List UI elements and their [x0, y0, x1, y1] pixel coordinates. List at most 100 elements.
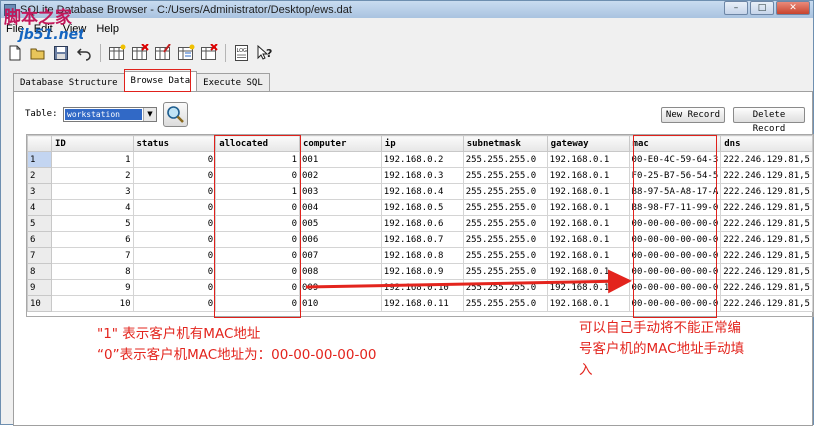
table-select[interactable]: workstation ▼ [63, 107, 157, 122]
column-header[interactable]: dns [720, 135, 813, 152]
maximize-button[interactable]: □ [750, 1, 774, 15]
column-header[interactable]: status [132, 135, 217, 152]
table-cell-dns[interactable]: 222.246.129.81,5 [720, 295, 813, 312]
table-cell-computer[interactable]: 006 [299, 231, 382, 248]
table-cell-computer[interactable]: 003 [299, 183, 382, 200]
table-cell-ip[interactable]: 192.168.0.8 [380, 247, 464, 264]
table-cell-status[interactable]: 0 [132, 199, 217, 216]
row-header[interactable]: 6 [27, 231, 52, 248]
table-cell-dns[interactable]: 222.246.129.81,5 [720, 151, 813, 168]
close-button[interactable]: ✕ [776, 1, 810, 15]
row-header[interactable]: 10 [27, 295, 52, 312]
table-cell-dns[interactable]: 222.246.129.81,5 [720, 183, 813, 200]
table-cell-ID[interactable]: 9 [50, 279, 134, 296]
table-cell-ID[interactable]: 5 [50, 215, 134, 232]
delete-index-icon[interactable] [199, 43, 219, 63]
table-cell-gateway[interactable]: 192.168.0.1 [546, 199, 630, 216]
table-cell-subnetmask[interactable]: 255.255.255.0 [462, 167, 548, 184]
table-cell-gateway[interactable]: 192.168.0.1 [546, 247, 630, 264]
row-header[interactable]: 3 [27, 183, 52, 200]
table-cell-status[interactable]: 0 [132, 183, 217, 200]
table-cell-status[interactable]: 0 [132, 231, 217, 248]
table-cell-computer[interactable]: 010 [299, 295, 382, 312]
table-cell-ip[interactable]: 192.168.0.3 [380, 167, 464, 184]
row-header[interactable]: 5 [27, 215, 52, 232]
table-cell-status[interactable]: 0 [132, 279, 217, 296]
delete-record-button[interactable]: Delete Record [733, 107, 805, 134]
row-header[interactable]: 4 [27, 199, 52, 216]
table-cell-ID[interactable]: 7 [50, 247, 134, 264]
table-cell-ID[interactable]: 4 [50, 199, 134, 216]
table-cell-ID[interactable]: 6 [50, 231, 134, 248]
table-cell-ip[interactable]: 192.168.0.9 [380, 263, 464, 280]
column-header[interactable]: computer [299, 135, 382, 152]
table-cell-ID[interactable]: 1 [50, 151, 134, 168]
column-header[interactable]: gateway [546, 135, 630, 152]
table-cell-computer[interactable]: 009 [299, 279, 382, 296]
table-cell-gateway[interactable]: 192.168.0.1 [546, 151, 630, 168]
table-cell-gateway[interactable]: 192.168.0.1 [546, 183, 630, 200]
table-cell-dns[interactable]: 222.246.129.81,5 [720, 247, 813, 264]
table-cell-ID[interactable]: 10 [50, 295, 134, 312]
table-cell-status[interactable]: 0 [132, 295, 217, 312]
table-cell-ip[interactable]: 192.168.0.6 [380, 215, 464, 232]
table-cell-computer[interactable]: 007 [299, 247, 382, 264]
minimize-button[interactable]: – [724, 1, 748, 15]
whats-this-icon[interactable]: ? [255, 43, 275, 63]
table-cell-subnetmask[interactable]: 255.255.255.0 [462, 247, 548, 264]
table-cell-subnetmask[interactable]: 255.255.255.0 [462, 215, 548, 232]
table-cell-computer[interactable]: 001 [299, 151, 382, 168]
table-cell-dns[interactable]: 222.246.129.81,5 [720, 167, 813, 184]
table-cell-gateway[interactable]: 192.168.0.1 [546, 215, 630, 232]
table-cell-subnetmask[interactable]: 255.255.255.0 [462, 199, 548, 216]
table-cell-dns[interactable]: 222.246.129.81,5 [720, 263, 813, 280]
table-cell-status[interactable]: 0 [132, 151, 217, 168]
column-header[interactable]: ID [50, 135, 134, 152]
table-cell-gateway[interactable]: 192.168.0.1 [546, 263, 630, 280]
table-cell-ip[interactable]: 192.168.0.7 [380, 231, 464, 248]
table-cell-ip[interactable]: 192.168.0.5 [380, 199, 464, 216]
table-cell-subnetmask[interactable]: 255.255.255.0 [462, 183, 548, 200]
table-cell-ip[interactable]: 192.168.0.11 [380, 295, 464, 312]
new-record-button[interactable]: New Record [661, 107, 725, 123]
chevron-down-icon[interactable]: ▼ [143, 108, 156, 121]
row-header[interactable]: 7 [27, 247, 52, 264]
table-cell-ID[interactable]: 8 [50, 263, 134, 280]
table-cell-subnetmask[interactable]: 255.255.255.0 [462, 279, 548, 296]
table-cell-gateway[interactable]: 192.168.0.1 [546, 295, 630, 312]
table-cell-dns[interactable]: 222.246.129.81,5 [720, 279, 813, 296]
table-cell-gateway[interactable]: 192.168.0.1 [546, 167, 630, 184]
table-cell-ip[interactable]: 192.168.0.10 [380, 279, 464, 296]
table-cell-ip[interactable]: 192.168.0.4 [380, 183, 464, 200]
modify-table-icon[interactable] [153, 43, 173, 63]
sql-log-icon[interactable]: LOG [232, 43, 252, 63]
table-cell-status[interactable]: 0 [132, 263, 217, 280]
tab-execute-sql[interactable]: Execute SQL [196, 73, 270, 91]
table-cell-ip[interactable]: 192.168.0.2 [380, 151, 464, 168]
tab-database-structure[interactable]: Database Structure [13, 73, 125, 91]
table-cell-subnetmask[interactable]: 255.255.255.0 [462, 295, 548, 312]
table-cell-subnetmask[interactable]: 255.255.255.0 [462, 263, 548, 280]
search-button[interactable] [163, 102, 188, 127]
menu-help[interactable]: Help [91, 23, 124, 35]
table-cell-computer[interactable]: 004 [299, 199, 382, 216]
table-cell-ID[interactable]: 3 [50, 183, 134, 200]
row-header[interactable]: 9 [27, 279, 52, 296]
table-cell-dns[interactable]: 222.246.129.81,5 [720, 215, 813, 232]
column-header[interactable]: subnetmask [462, 135, 548, 152]
create-index-icon[interactable] [176, 43, 196, 63]
row-header[interactable]: 2 [27, 167, 52, 184]
table-cell-computer[interactable]: 002 [299, 167, 382, 184]
column-header[interactable]: ip [380, 135, 464, 152]
table-cell-computer[interactable]: 008 [299, 263, 382, 280]
row-header[interactable]: 8 [27, 263, 52, 280]
table-cell-status[interactable]: 0 [132, 247, 217, 264]
table-cell-dns[interactable]: 222.246.129.81,5 [720, 231, 813, 248]
table-cell-dns[interactable]: 222.246.129.81,5 [720, 199, 813, 216]
table-cell-subnetmask[interactable]: 255.255.255.0 [462, 231, 548, 248]
row-header[interactable]: 1 [27, 151, 52, 168]
table-cell-gateway[interactable]: 192.168.0.1 [546, 279, 630, 296]
table-cell-computer[interactable]: 005 [299, 215, 382, 232]
table-cell-gateway[interactable]: 192.168.0.1 [546, 231, 630, 248]
create-table-icon[interactable] [107, 43, 127, 63]
